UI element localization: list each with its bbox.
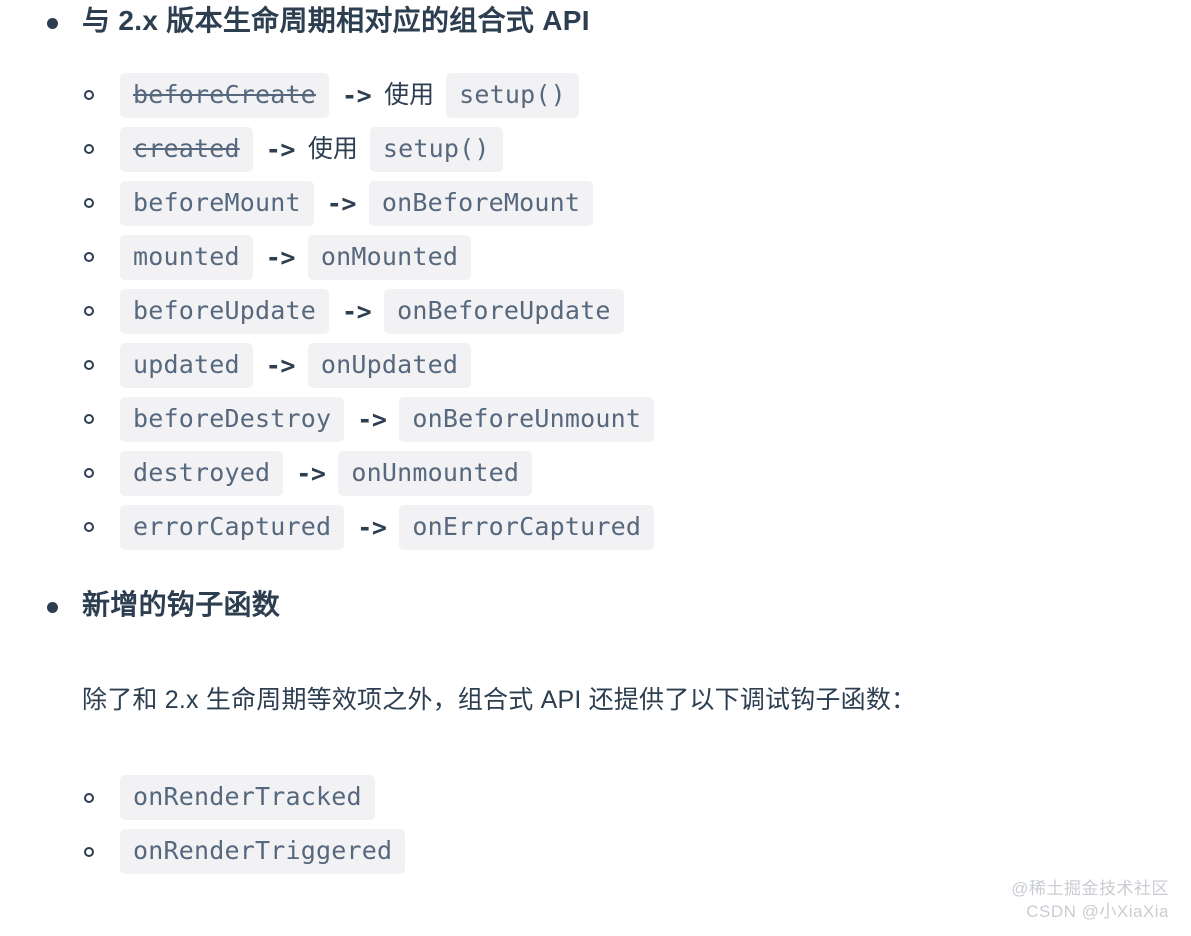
section-2-paragraph: 除了和 2.x 生命周期等效项之外，组合式 API 还提供了以下调试钩子函数： — [82, 686, 917, 714]
watermark-line-2: CSDN @小XiaXia — [1026, 902, 1169, 922]
bullet-ring-icon — [84, 414, 94, 424]
mapping-note: 使用 — [384, 80, 435, 109]
document-page: 与 2.x 版本生命周期相对应的组合式 API beforeCreate -> … — [0, 0, 1191, 936]
composition-api-chip: onBeforeUpdate — [384, 288, 624, 334]
watermark: @稀土掘金技术社区 CSDN @小XiaXia — [1011, 878, 1169, 924]
arrow-separator: -> — [357, 512, 387, 542]
arrow-separator: -> — [326, 188, 357, 218]
bullet-ring-icon — [84, 846, 94, 857]
composition-api-chip: onMounted — [307, 234, 472, 280]
composition-api-chip: onBeforeUnmount — [399, 396, 655, 442]
lifecycle-mapping-list: beforeCreate -> 使用 setup() created -> 使用… — [0, 68, 1191, 554]
mapping-row: beforeMount -> onBeforeMount — [120, 180, 594, 226]
composition-api-chip: setup() — [369, 126, 503, 172]
arrow-separator: -> — [357, 404, 387, 434]
bullet-dot-icon — [47, 602, 58, 613]
arrow-separator: -> — [342, 296, 372, 326]
bullet-ring-icon — [84, 792, 94, 803]
mapping-row: errorCaptured -> onErrorCaptured — [120, 504, 655, 550]
legacy-hook-chip: beforeDestroy — [120, 396, 345, 442]
bullet-ring-icon — [84, 252, 94, 262]
legacy-hook-chip: beforeCreate — [120, 72, 330, 118]
debug-hooks-list: onRenderTracked onRenderTriggered — [0, 771, 1191, 879]
composition-api-chip: onErrorCaptured — [399, 504, 655, 550]
bullet-ring-icon — [84, 306, 94, 316]
section-1-heading: 与 2.x 版本生命周期相对应的组合式 API — [0, 0, 1191, 42]
composition-api-chip: onUpdated — [307, 342, 472, 388]
arrow-separator: -> — [265, 350, 296, 380]
legacy-hook-chip: created — [120, 126, 253, 172]
list-item: beforeUpdate -> onBeforeUpdate — [0, 284, 1191, 338]
section-lifecycle-mapping: 与 2.x 版本生命周期相对应的组合式 API beforeCreate -> … — [0, 0, 1191, 554]
mapping-row: beforeCreate -> 使用 setup() — [120, 72, 579, 118]
mapping-row: beforeDestroy -> onBeforeUnmount — [120, 396, 655, 442]
list-item: onRenderTracked — [0, 771, 1191, 825]
mapping-note: 使用 — [307, 134, 358, 163]
bullet-ring-icon — [84, 198, 94, 208]
arrow-separator: -> — [342, 80, 372, 110]
legacy-hook-chip: destroyed — [120, 450, 284, 496]
list-item: errorCaptured -> onErrorCaptured — [0, 500, 1191, 554]
legacy-hook-chip: updated — [120, 342, 253, 388]
list-item: beforeDestroy -> onBeforeUnmount — [0, 392, 1191, 446]
bullet-ring-icon — [84, 360, 94, 370]
mapping-row: updated -> onUpdated — [120, 342, 472, 388]
arrow-separator: -> — [265, 242, 296, 272]
list-item: beforeCreate -> 使用 setup() — [0, 68, 1191, 122]
mapping-row: destroyed -> onUnmounted — [120, 450, 533, 496]
bullet-ring-icon — [84, 90, 94, 100]
mapping-row: beforeUpdate -> onBeforeUpdate — [120, 288, 624, 334]
list-item: mounted -> onMounted — [0, 230, 1191, 284]
list-item: beforeMount -> onBeforeMount — [0, 176, 1191, 230]
list-item: onRenderTriggered — [0, 825, 1191, 879]
watermark-line-1: @稀土掘金技术社区 — [1011, 879, 1169, 899]
list-item: created -> 使用 setup() — [0, 122, 1191, 176]
list-item: destroyed -> onUnmounted — [0, 446, 1191, 500]
composition-api-chip: onBeforeMount — [368, 180, 594, 226]
debug-hook-chip: onRenderTriggered — [120, 829, 406, 874]
legacy-hook-chip: beforeMount — [120, 180, 314, 226]
mapping-row: mounted -> onMounted — [120, 234, 472, 280]
legacy-hook-chip: errorCaptured — [120, 504, 345, 550]
arrow-separator: -> — [296, 458, 326, 488]
bullet-ring-icon — [84, 522, 94, 532]
legacy-hook-chip: mounted — [120, 234, 253, 280]
composition-api-chip: onUnmounted — [338, 450, 533, 496]
lifecycle-outline: 与 2.x 版本生命周期相对应的组合式 API beforeCreate -> … — [0, 0, 1191, 879]
section-2-heading-text: 新增的钩子函数 — [82, 589, 281, 620]
mapping-row: created -> 使用 setup() — [120, 126, 503, 172]
section-new-hooks: 新增的钩子函数 除了和 2.x 生命周期等效项之外，组合式 API 还提供了以下… — [0, 584, 1191, 879]
section-1-heading-text: 与 2.x 版本生命周期相对应的组合式 API — [82, 5, 590, 36]
composition-api-chip: setup() — [446, 72, 579, 118]
hook-row: onRenderTracked — [120, 775, 375, 820]
section-2-heading: 新增的钩子函数 — [0, 584, 1191, 626]
hook-row: onRenderTriggered — [120, 829, 406, 874]
bullet-ring-icon — [84, 144, 94, 154]
legacy-hook-chip: beforeUpdate — [120, 288, 330, 334]
bullet-dot-icon — [47, 18, 58, 29]
bullet-ring-icon — [84, 468, 94, 478]
arrow-separator: -> — [265, 134, 296, 164]
list-item: updated -> onUpdated — [0, 338, 1191, 392]
debug-hook-chip: onRenderTracked — [120, 775, 375, 820]
